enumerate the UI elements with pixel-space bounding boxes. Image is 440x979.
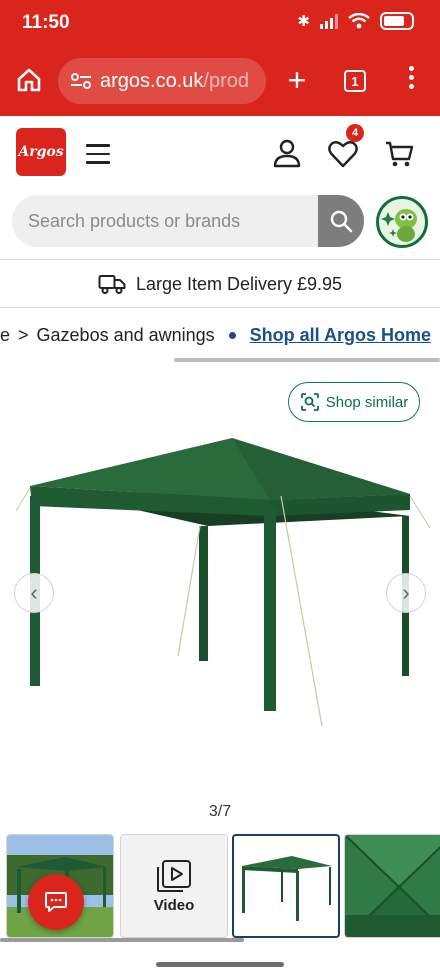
header-divider	[0, 259, 440, 260]
home-icon[interactable]	[16, 67, 42, 93]
new-tab-button[interactable]: +	[284, 64, 310, 96]
battery-icon	[380, 12, 414, 30]
gazebo-image	[15, 438, 431, 727]
chevron-right-icon: >	[18, 324, 29, 345]
image-counter: 3/7	[208, 803, 232, 820]
gesture-navigation-bar[interactable]	[156, 962, 284, 967]
breadcrumb: re > Gazebos and awnings Shop all Argos …	[0, 318, 440, 352]
chevron-left-icon: ‹	[30, 580, 38, 605]
promo-character-icon[interactable]	[376, 196, 428, 248]
more-menu-button[interactable]	[406, 66, 416, 89]
thumbnail-scrollbar[interactable]	[0, 938, 244, 942]
chat-bubble-icon	[45, 892, 67, 912]
delivery-text: Large Item Delivery £9.95	[135, 273, 343, 294]
chat-button[interactable]	[28, 874, 84, 930]
product-image[interactable]	[0, 366, 440, 798]
delivery-van-icon	[98, 275, 126, 294]
video-label: Video	[153, 896, 195, 914]
address-bar[interactable]: argos.co.uk/prod	[58, 58, 266, 104]
search-icon	[330, 210, 353, 233]
tab-switcher-button[interactable]: 1	[344, 70, 366, 92]
delivery-divider	[0, 307, 440, 308]
previous-image-button[interactable]: ‹	[14, 573, 54, 613]
url-text[interactable]: argos.co.uk/prod	[100, 70, 249, 93]
hamburger-menu-icon[interactable]	[86, 144, 110, 164]
browser-chrome: 11:50 ✱ argos.co.uk/prod + 1	[0, 0, 440, 116]
bullet-dot	[228, 331, 236, 339]
search-button[interactable]	[318, 195, 364, 247]
search-bar	[12, 195, 364, 247]
account-icon[interactable]	[272, 138, 302, 168]
breadcrumb-scrollbar[interactable]	[174, 358, 440, 362]
argos-logo[interactable]: Argos	[16, 128, 66, 176]
trolley-icon[interactable]	[384, 140, 414, 168]
next-image-button[interactable]: ›	[386, 573, 426, 613]
url-host: argos.co.uk	[100, 69, 204, 92]
thumbnail-video[interactable]: Video	[120, 834, 228, 938]
thumbnail-3-selected[interactable]	[232, 834, 340, 938]
shop-all-link[interactable]: Shop all Argos Home	[250, 325, 431, 346]
delivery-banner[interactable]: Large Item Delivery £9.95	[0, 262, 440, 306]
breadcrumb-previous[interactable]: re	[0, 325, 10, 346]
thumbnail-4[interactable]	[344, 834, 440, 938]
wishlist-heart-icon[interactable]	[328, 140, 358, 168]
wifi-icon	[348, 13, 370, 29]
status-time: 11:50	[22, 12, 70, 33]
status-icons: ✱	[297, 12, 414, 30]
signal-icon	[320, 13, 338, 29]
url-path: /prod	[203, 69, 249, 92]
shop-similar-button[interactable]: Shop similar	[288, 382, 420, 422]
search-input[interactable]	[12, 195, 318, 247]
breadcrumb-current[interactable]: Gazebos and awnings	[37, 325, 215, 346]
chevron-right-icon: ›	[402, 580, 410, 605]
wishlist-count-badge: 4	[346, 124, 364, 142]
bluetooth-icon: ✱	[297, 13, 310, 30]
video-play-icon	[157, 859, 191, 892]
visual-search-icon	[300, 393, 319, 411]
shop-similar-label: Shop similar	[325, 393, 409, 411]
site-settings-icon[interactable]	[70, 72, 92, 90]
